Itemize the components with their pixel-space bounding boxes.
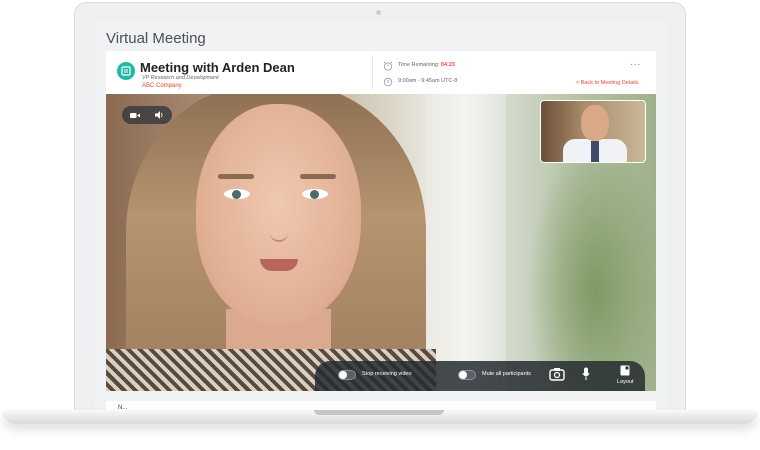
window-light xyxy=(426,94,506,391)
self-view-tie xyxy=(591,141,599,162)
clock-icon xyxy=(383,77,393,87)
right-brow xyxy=(300,174,336,179)
self-view-video[interactable] xyxy=(540,100,646,163)
speaker-icon[interactable] xyxy=(155,111,164,119)
microphone-icon[interactable] xyxy=(582,367,590,381)
laptop-lid: Virtual Meeting Meeting with Arden Dean … xyxy=(74,2,686,415)
stop-video-toggle[interactable] xyxy=(338,370,356,380)
video-camera-icon[interactable] xyxy=(129,112,140,119)
layout-button-label[interactable]: Layout xyxy=(617,379,634,385)
participant-face xyxy=(196,104,361,324)
switch-camera-icon[interactable] xyxy=(549,367,567,381)
meeting-header: Meeting with Arden Dean VP Research and … xyxy=(106,51,656,95)
screen: Virtual Meeting Meeting with Arden Dean … xyxy=(95,21,667,415)
background-plant xyxy=(526,134,656,391)
call-controls-bar: Stop receiving video Mute all participan… xyxy=(315,361,645,391)
media-status-pill[interactable] xyxy=(122,106,172,124)
meeting-title: Meeting with Arden Dean xyxy=(140,60,295,75)
time-remaining: Time Remaining: 04:23 xyxy=(398,62,455,68)
nose xyxy=(270,214,288,242)
main-video: Stop receiving video Mute all participan… xyxy=(106,94,656,391)
page-title: Virtual Meeting xyxy=(106,30,206,47)
more-options-button[interactable]: ... xyxy=(630,57,641,68)
right-eye xyxy=(302,189,328,199)
meeting-icon xyxy=(117,62,135,80)
back-to-meeting-details-link[interactable]: < Back to Meeting Details xyxy=(576,80,639,86)
mute-all-label: Mute all participants xyxy=(482,371,531,377)
time-remaining-label: Time Remaining: xyxy=(398,62,440,68)
alarm-clock-icon xyxy=(383,61,393,71)
attendee-company[interactable]: ABC Company xyxy=(142,83,182,89)
laptop-notch xyxy=(314,410,444,415)
self-view-face xyxy=(581,105,609,141)
laptop-base xyxy=(2,410,758,424)
header-divider xyxy=(372,55,373,89)
layout-icon[interactable] xyxy=(620,365,630,376)
mouth xyxy=(260,259,298,271)
meeting-time-range: 9:00am - 9:45am UTC-8 xyxy=(398,78,458,84)
webcam-dot xyxy=(376,10,381,15)
stop-video-label: Stop receiving video xyxy=(362,371,412,377)
attendee-role: VP Research and Development xyxy=(142,75,219,81)
mute-all-toggle[interactable] xyxy=(458,370,476,380)
left-eye xyxy=(224,189,250,199)
time-remaining-value: 04:23 xyxy=(440,62,455,68)
left-brow xyxy=(218,174,254,179)
